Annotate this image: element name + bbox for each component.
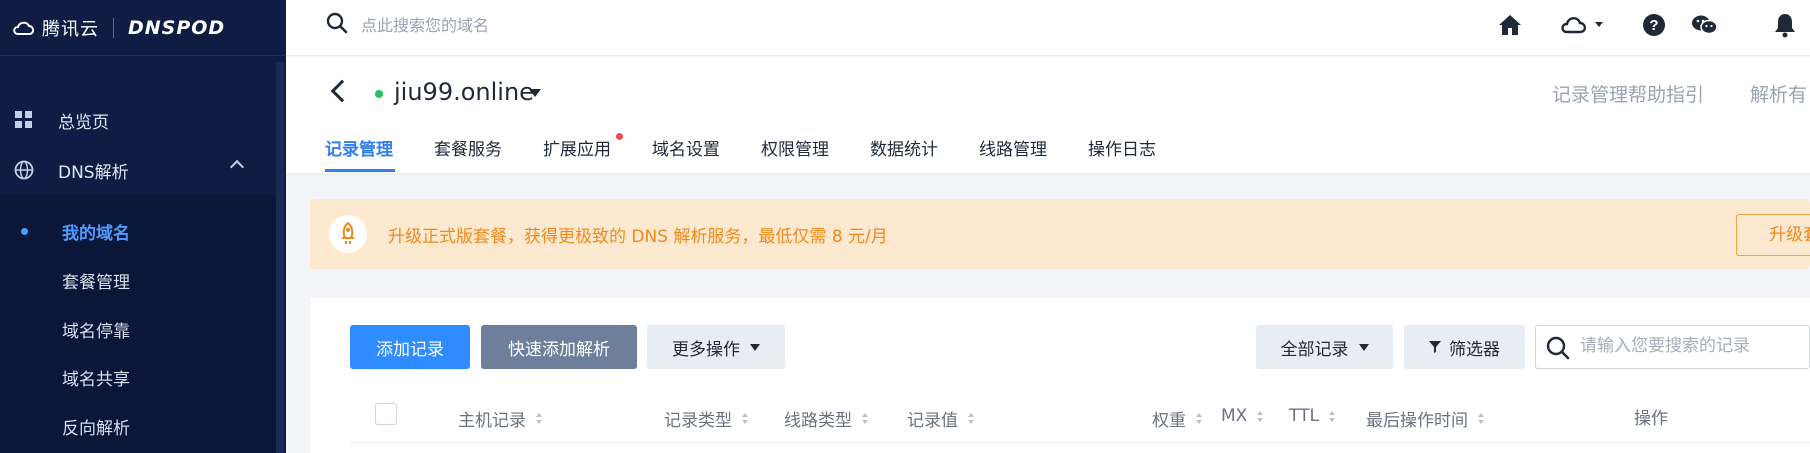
notification-badge — [616, 133, 623, 140]
svg-text:?: ? — [1649, 17, 1658, 34]
column-header-label: 最后操作时间 — [1366, 411, 1468, 431]
sort-icon[interactable] — [1328, 410, 1335, 422]
tab-record-management[interactable]: 记录管理 — [325, 135, 393, 160]
column-header-line-type[interactable]: 线路类型 — [784, 406, 868, 431]
sidebar-item-label: DNS解析 — [58, 162, 129, 183]
sidebar-scrollbar[interactable] — [276, 62, 284, 453]
status-dot — [375, 90, 383, 98]
active-tab-underline — [325, 169, 395, 172]
column-header-label: 主机记录 — [458, 411, 526, 431]
grid-icon — [14, 110, 34, 130]
sidebar-subitem-plans[interactable]: 套餐管理 — [62, 268, 130, 293]
resolve-help-link[interactable]: 解析有 — [1750, 80, 1807, 107]
brand-name: 腾讯云 — [42, 18, 99, 40]
back-arrow-icon[interactable] — [330, 79, 354, 103]
record-search-box[interactable] — [1535, 325, 1810, 369]
upgrade-banner: 升级正式版套餐，获得更极致的 DNS 解析服务，最低仅需 8 元/月 升级套餐 — [310, 199, 1810, 269]
topbar: 点此搜索您的域名 ? — [286, 0, 1810, 56]
tencent-cloud-logo-icon — [12, 19, 36, 37]
logo-divider — [113, 17, 114, 38]
dnspod-logo: DNSPOD — [128, 16, 226, 39]
more-actions-button[interactable]: 更多操作 — [647, 325, 785, 369]
search-icon[interactable] — [1546, 336, 1570, 360]
tab-extensions[interactable]: 扩展应用 — [543, 135, 611, 160]
domain-search-input[interactable]: 点此搜索您的域名 — [361, 12, 489, 36]
banner-message: 升级正式版套餐，获得更极致的 DNS 解析服务，最低仅需 8 元/月 — [388, 227, 888, 247]
domain-name[interactable]: jiu99.online — [394, 78, 534, 106]
chevron-up-icon[interactable] — [229, 159, 245, 175]
column-header-label: 权重 — [1152, 411, 1186, 431]
all-records-label: 全部记录 — [1280, 339, 1349, 360]
sort-icon[interactable] — [1257, 410, 1264, 422]
active-indicator-dot — [21, 228, 28, 235]
caret-down-icon — [750, 343, 760, 351]
sort-icon[interactable] — [536, 413, 542, 424]
filter-icon — [1429, 341, 1441, 353]
filter-label: 筛选器 — [1449, 339, 1500, 360]
sidebar-subitem-parking[interactable]: 域名停靠 — [62, 317, 130, 342]
rocket-icon — [329, 215, 367, 253]
logo-bar: 腾讯云 DNSPOD — [0, 0, 286, 56]
column-header-last-modified[interactable]: 最后操作时间 — [1366, 406, 1484, 431]
sidebar-item-overview[interactable]: 总览页 — [0, 98, 276, 142]
sidebar: 腾讯云 DNSPOD 总览页 DNS解析 我的域名 套餐管理 域名停靠 域名共享… — [0, 0, 286, 453]
column-header-label: 记录类型 — [664, 411, 732, 431]
sidebar-item-label: 总览页 — [58, 112, 109, 133]
search-icon[interactable] — [326, 12, 348, 34]
column-header-label: 记录值 — [907, 411, 958, 431]
sidebar-subitem-sharing[interactable]: 域名共享 — [62, 365, 130, 390]
sort-icon[interactable] — [1196, 413, 1202, 424]
tab-operation-log[interactable]: 操作日志 — [1088, 135, 1156, 160]
sort-icon[interactable] — [862, 413, 868, 424]
cloud-menu-icon[interactable] — [1559, 10, 1605, 40]
column-header-label: 线路类型 — [784, 411, 852, 431]
upgrade-plan-button[interactable]: 升级套餐 — [1736, 214, 1810, 256]
sidebar-item-dns[interactable]: DNS解析 — [0, 148, 276, 192]
domain-header: jiu99.online 记录管理帮助指引 解析有 记录管理 套餐服务 扩展应用… — [286, 57, 1810, 173]
table-divider — [350, 442, 1810, 443]
sort-icon[interactable] — [968, 413, 974, 424]
tab-domain-settings[interactable]: 域名设置 — [652, 135, 720, 160]
tab-statistics[interactable]: 数据统计 — [870, 135, 938, 160]
quick-add-button[interactable]: 快速添加解析 — [481, 325, 637, 369]
tab-package-service[interactable]: 套餐服务 — [434, 135, 502, 160]
bell-icon[interactable] — [1770, 10, 1800, 40]
sort-icon[interactable] — [742, 413, 748, 424]
column-header-record-value[interactable]: 记录值 — [907, 406, 974, 431]
help-icon[interactable]: ? — [1639, 10, 1669, 40]
column-header-label: MX — [1221, 406, 1248, 426]
dns-subnav: 我的域名 套餐管理 域名停靠 域名共享 反向解析 — [0, 195, 276, 453]
filter-button[interactable]: 筛选器 — [1404, 325, 1525, 369]
sidebar-subitem-reverse-dns[interactable]: 反向解析 — [62, 414, 130, 439]
caret-down-icon — [1358, 343, 1369, 351]
domain-dropdown-caret-icon[interactable] — [529, 89, 541, 97]
sort-icon[interactable] — [1478, 413, 1484, 424]
record-search-input[interactable] — [1580, 336, 1800, 356]
sidebar-subitem-my-domains[interactable]: 我的域名 — [62, 219, 130, 244]
add-record-button[interactable]: 添加记录 — [350, 325, 470, 369]
wechat-icon[interactable] — [1690, 10, 1720, 40]
record-help-link[interactable]: 记录管理帮助指引 — [1552, 80, 1704, 107]
tab-line-management[interactable]: 线路管理 — [979, 135, 1047, 160]
column-header-mx[interactable]: MX — [1221, 406, 1264, 426]
column-header-actions: 操作 — [1634, 409, 1668, 429]
globe-icon — [14, 160, 34, 180]
home-icon[interactable] — [1495, 10, 1525, 40]
select-all-checkbox[interactable] — [375, 403, 397, 425]
column-header-ttl[interactable]: TTL — [1289, 406, 1335, 426]
column-header-record-type[interactable]: 记录类型 — [664, 406, 748, 431]
column-header-label: TTL — [1289, 406, 1319, 426]
column-header-host[interactable]: 主机记录 — [458, 406, 542, 431]
more-actions-label: 更多操作 — [672, 339, 740, 360]
column-header-weight[interactable]: 权重 — [1152, 406, 1202, 431]
tab-permissions[interactable]: 权限管理 — [761, 135, 829, 160]
all-records-dropdown[interactable]: 全部记录 — [1256, 325, 1393, 369]
